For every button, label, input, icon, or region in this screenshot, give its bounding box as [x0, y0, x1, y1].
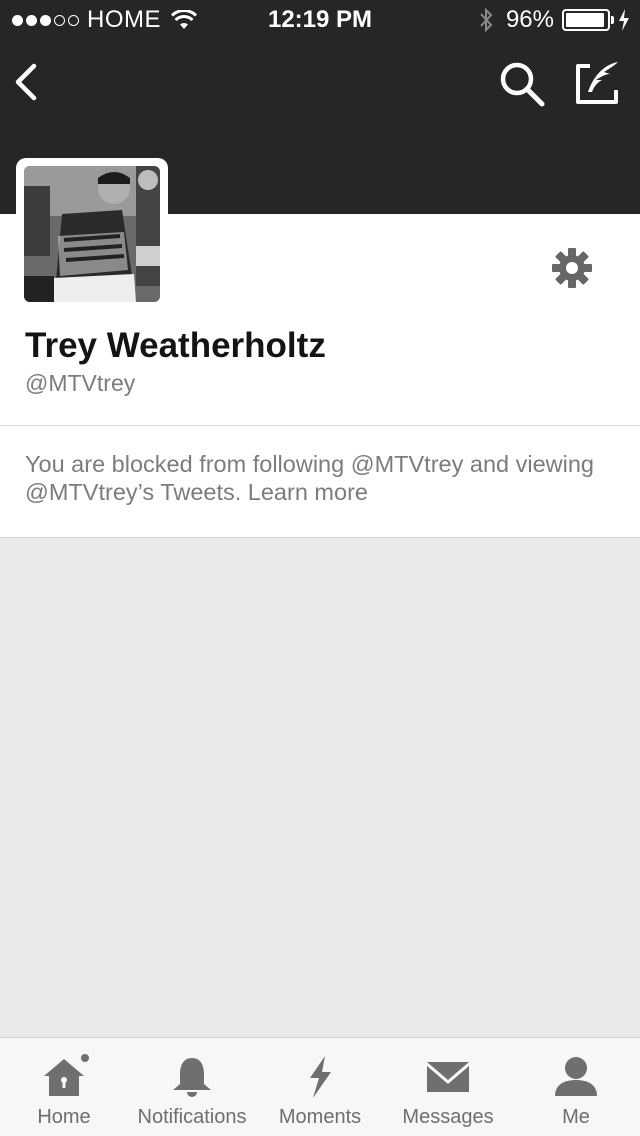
profile-display-name: Trey Weatherholtz: [25, 326, 326, 365]
tab-moments-label: Moments: [278, 1106, 362, 1128]
tab-messages-label: Messages: [402, 1106, 494, 1128]
person-icon: [555, 1057, 597, 1096]
learn-more-link[interactable]: Learn more: [248, 479, 368, 505]
bell-icon: [173, 1058, 211, 1097]
settings-gear-icon[interactable]: [550, 246, 594, 290]
blocked-notice-text: You are blocked from following @MTVtrey …: [25, 450, 605, 506]
tab-moments[interactable]: Moments: [268, 1038, 372, 1136]
compose-tweet-icon[interactable]: [572, 58, 622, 106]
tab-home[interactable]: Home: [14, 1038, 114, 1136]
battery-percent: 96%: [505, 6, 554, 33]
avatar-photo: [24, 166, 160, 302]
battery-fill: [566, 13, 605, 27]
home-icon: [44, 1054, 89, 1096]
lightning-icon: [310, 1056, 331, 1098]
status-right: 96%: [478, 6, 630, 34]
tab-me-label: Me: [562, 1106, 590, 1128]
search-icon[interactable]: [498, 60, 546, 108]
profile-avatar[interactable]: [16, 158, 168, 310]
envelope-icon: [427, 1062, 469, 1092]
tab-home-label: Home: [37, 1106, 91, 1128]
bluetooth-icon: [480, 7, 493, 33]
status-bar: HOME 12:19 PM 96%: [0, 0, 640, 40]
profile-handle: @MTVtrey: [25, 370, 136, 396]
bottom-tab-bar: Home Notifications Moments Messages Me: [0, 1037, 640, 1136]
battery-tip: [611, 16, 614, 24]
battery-icon: [562, 9, 610, 31]
tab-notifications[interactable]: Notifications: [128, 1038, 256, 1136]
avatar-photo-image: [24, 166, 160, 302]
back-chevron-icon[interactable]: [12, 62, 42, 102]
home-badge-dot: [81, 1054, 89, 1062]
tab-messages[interactable]: Messages: [390, 1038, 506, 1136]
charging-bolt-icon: [619, 9, 629, 31]
tab-me[interactable]: Me: [528, 1038, 624, 1136]
blocked-notice: You are blocked from following @MTVtrey …: [0, 426, 640, 538]
tab-notifications-label: Notifications: [137, 1106, 247, 1128]
